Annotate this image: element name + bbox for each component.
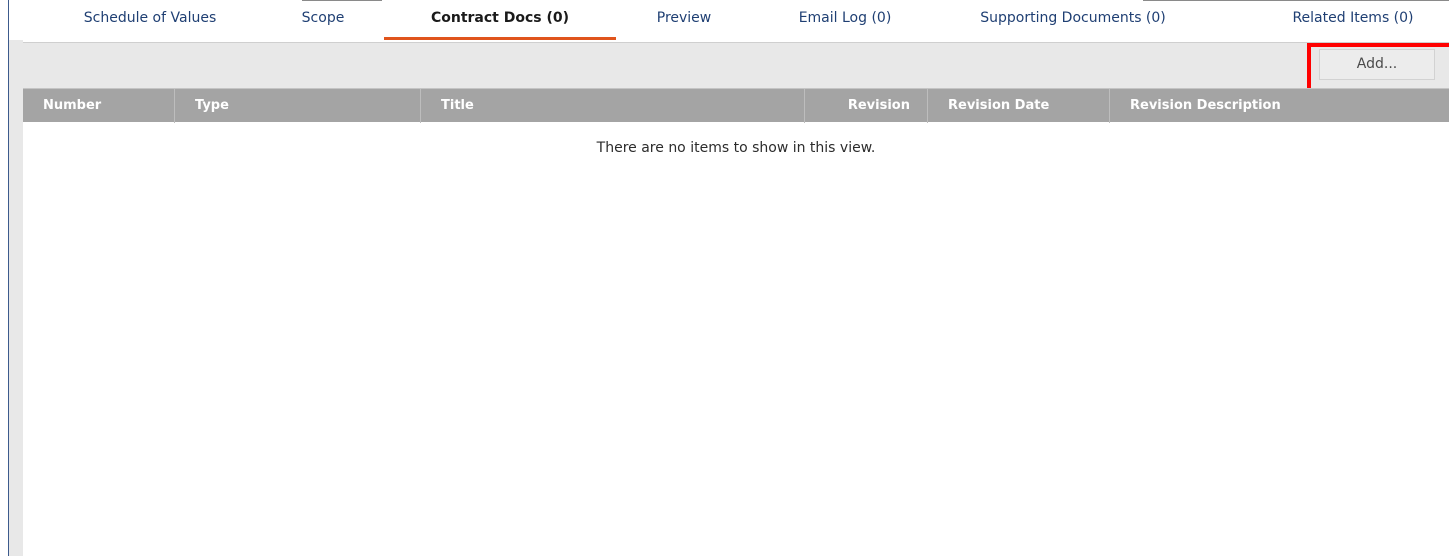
empty-state-message: There are no items to show in this view. [596,140,876,156]
tab-contract-docs[interactable]: Contract Docs (0) [384,0,616,40]
table-header: Number Type Title Revision Revision Date… [23,88,1449,123]
column-header-revision[interactable]: Revision [805,89,928,123]
active-tab-indicator [384,37,616,40]
tab-scope[interactable]: Scope [288,0,358,40]
contract-docs-panel: Schedule of Values Scope Contract Docs (… [0,0,1449,556]
column-header-type[interactable]: Type [175,89,421,123]
tab-preview[interactable]: Preview [639,0,729,40]
column-header-number[interactable]: Number [23,89,175,123]
tab-schedule-of-values[interactable]: Schedule of Values [70,0,230,40]
column-header-title[interactable]: Title [421,89,805,123]
toolbar: Add... [23,43,1449,92]
tab-email-log[interactable]: Email Log (0) [780,0,910,40]
tab-related-items[interactable]: Related Items (0) [1268,0,1438,40]
add-button[interactable]: Add... [1319,49,1435,80]
panel-content: Schedule of Values Scope Contract Docs (… [9,0,1449,556]
column-header-revision-date[interactable]: Revision Date [928,89,1110,123]
tab-bar: Schedule of Values Scope Contract Docs (… [23,0,1449,43]
tab-supporting-documents[interactable]: Supporting Documents (0) [958,0,1188,40]
column-header-revision-description[interactable]: Revision Description [1110,89,1449,123]
left-gutter [9,40,23,556]
